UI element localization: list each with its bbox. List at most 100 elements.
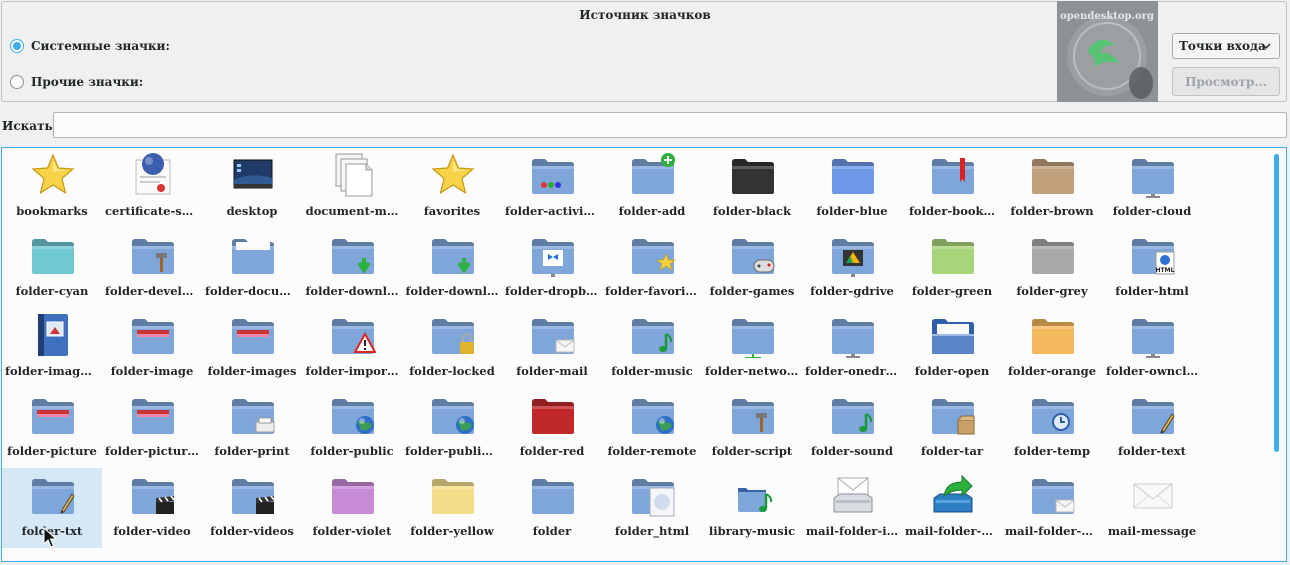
folder-icon bbox=[430, 312, 476, 358]
icon-item[interactable]: mail-folder-i… bbox=[802, 468, 902, 548]
other-icons-radio[interactable] bbox=[10, 75, 24, 89]
other-icons-radio-row[interactable]: Прочие значки: bbox=[10, 75, 143, 89]
icon-item[interactable]: folder-book… bbox=[902, 148, 1002, 228]
icon-item[interactable]: folder_html bbox=[602, 468, 702, 548]
folder-icon bbox=[1030, 312, 1076, 358]
icon-item[interactable]: folder-games bbox=[702, 228, 802, 308]
icon-item[interactable]: certificate-se… bbox=[102, 148, 202, 228]
icon-item[interactable]: folder-remote bbox=[602, 388, 702, 468]
folder-icon bbox=[1030, 232, 1076, 278]
icon-item[interactable]: folder-open bbox=[902, 308, 1002, 388]
icon-item[interactable]: folder-videos bbox=[202, 468, 302, 548]
icon-item[interactable]: mail-message bbox=[1102, 468, 1202, 548]
icon-item[interactable]: folder bbox=[502, 468, 602, 548]
folder-icon bbox=[230, 232, 276, 278]
icon-item[interactable]: folder-video bbox=[102, 468, 202, 548]
icon-item[interactable]: folder-docum… bbox=[202, 228, 302, 308]
icon-item[interactable]: folder-blue bbox=[802, 148, 902, 228]
folder-icon bbox=[30, 232, 76, 278]
icon-item[interactable]: folder-image bbox=[102, 308, 202, 388]
system-icons-label: Системные значки: bbox=[31, 39, 170, 53]
icon-item[interactable]: folder-black bbox=[702, 148, 802, 228]
icon-label: folder-network bbox=[705, 364, 801, 378]
icon-item[interactable]: folder-tar bbox=[902, 388, 1002, 468]
icon-item[interactable]: folder-green bbox=[902, 228, 1002, 308]
icon-item[interactable]: folder-images bbox=[202, 308, 302, 388]
context-dropdown[interactable]: Точки входа bbox=[1172, 33, 1280, 59]
folder-icon bbox=[530, 392, 576, 438]
icon-item[interactable]: folder-orange bbox=[1002, 308, 1102, 388]
icon-item[interactable]: favorites bbox=[402, 148, 502, 228]
search-input[interactable] bbox=[53, 112, 1287, 138]
icon-item[interactable]: folder-owncl… bbox=[1102, 308, 1202, 388]
desktop-icon bbox=[230, 152, 276, 198]
icon-label: mail-message bbox=[1107, 524, 1197, 538]
icon-label: mail-folder-s… bbox=[1005, 524, 1100, 538]
folder-icon bbox=[430, 472, 476, 518]
icon-item[interactable]: bookmarks bbox=[2, 148, 102, 228]
icon-item[interactable]: folder-public bbox=[302, 388, 402, 468]
icon-item[interactable]: folder-violet bbox=[302, 468, 402, 548]
icon-label: folder-develo… bbox=[105, 284, 202, 298]
icon-item[interactable]: folder-red bbox=[502, 388, 602, 468]
icon-grid: bookmarks certificate-se… desktop document-… bbox=[2, 148, 1202, 548]
icon-item[interactable]: folder-brown bbox=[1002, 148, 1102, 228]
icon-item[interactable]: folder-script bbox=[702, 388, 802, 468]
icon-label: folder-favorites bbox=[605, 284, 702, 298]
icon-item[interactable]: folder-dropbox bbox=[502, 228, 602, 308]
icon-item[interactable]: folder-favorites bbox=[602, 228, 702, 308]
preview-button[interactable]: Просмотр... bbox=[1172, 67, 1280, 96]
icon-item[interactable]: folder-music bbox=[602, 308, 702, 388]
icon-item[interactable]: folder-develo… bbox=[102, 228, 202, 308]
icon-label: folder-html bbox=[1115, 284, 1189, 298]
icon-item[interactable]: mail-folder-o… bbox=[902, 468, 1002, 548]
vertical-scrollbar[interactable] bbox=[1274, 154, 1279, 452]
system-icons-radio[interactable] bbox=[10, 39, 24, 53]
icon-item[interactable]: folder-public… bbox=[402, 388, 502, 468]
icon-label: folder-impor… bbox=[305, 364, 399, 378]
icon-item[interactable]: folder-add bbox=[602, 148, 702, 228]
folder-icon bbox=[830, 232, 876, 278]
icon-item[interactable]: folder-grey bbox=[1002, 228, 1102, 308]
folder-icon bbox=[930, 392, 976, 438]
icon-item[interactable]: folder-yellow bbox=[402, 468, 502, 548]
icon-item[interactable]: folder-image-… bbox=[2, 308, 102, 388]
system-icons-radio-row[interactable]: Системные значки: bbox=[10, 39, 170, 53]
icon-item[interactable]: document-m… bbox=[302, 148, 402, 228]
folder-icon bbox=[30, 392, 76, 438]
icon-item[interactable]: folder-onedrive bbox=[802, 308, 902, 388]
icon-item[interactable]: library-music bbox=[702, 468, 802, 548]
folder-icon bbox=[530, 472, 576, 518]
icon-item[interactable]: folder-locked bbox=[402, 308, 502, 388]
icon-label: folder-temp bbox=[1013, 444, 1090, 458]
icon-label: library-music bbox=[708, 524, 796, 538]
icon-item[interactable]: folder-text bbox=[1102, 388, 1202, 468]
icon-item[interactable]: folder-cloud bbox=[1102, 148, 1202, 228]
icon-list[interactable]: bookmarks certificate-se… desktop document-… bbox=[1, 147, 1287, 562]
folder-icon bbox=[330, 232, 376, 278]
icon-item[interactable]: folder-network bbox=[702, 308, 802, 388]
icon-item[interactable]: HTML folder-html bbox=[1102, 228, 1202, 308]
icon-item[interactable]: folder-downl… bbox=[302, 228, 402, 308]
folder-icon bbox=[230, 472, 276, 518]
icon-item[interactable]: folder-activities bbox=[502, 148, 602, 228]
icon-item[interactable]: folder-print bbox=[202, 388, 302, 468]
preview-watermark: opendesktop.org bbox=[1060, 11, 1154, 22]
icon-item[interactable]: mail-folder-s… bbox=[1002, 468, 1102, 548]
context-dropdown-value: Точки входа bbox=[1179, 39, 1266, 53]
chevron-down-icon bbox=[1261, 43, 1271, 50]
folder-icon bbox=[1130, 312, 1176, 358]
icon-item[interactable]: folder-temp bbox=[1002, 388, 1102, 468]
icon-item[interactable]: folder-mail bbox=[502, 308, 602, 388]
icon-item[interactable]: folder-picture bbox=[2, 388, 102, 468]
icon-item[interactable]: folder-downl… bbox=[402, 228, 502, 308]
folder-icon bbox=[530, 312, 576, 358]
icon-item[interactable]: folder-sound bbox=[802, 388, 902, 468]
icon-item[interactable]: desktop bbox=[202, 148, 302, 228]
icon-item[interactable]: folder-gdrive bbox=[802, 228, 902, 308]
icon-item[interactable]: folder-impor… bbox=[302, 308, 402, 388]
icon-item[interactable]: folder-pictures bbox=[102, 388, 202, 468]
folder-icon bbox=[130, 472, 176, 518]
icon-item[interactable]: folder-cyan bbox=[2, 228, 102, 308]
folder-icon bbox=[930, 232, 976, 278]
